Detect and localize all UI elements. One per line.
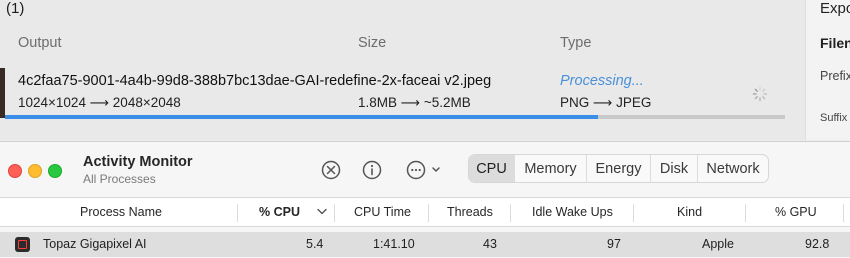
column-header-type: Type (560, 35, 592, 51)
column-divider[interactable] (633, 204, 634, 222)
idle-wake-ups-value: 97 (607, 237, 621, 251)
column-header-output: Output (18, 35, 62, 51)
tab-disk[interactable]: Disk (651, 155, 698, 182)
column-header-size: Size (358, 35, 387, 51)
stop-process-icon[interactable] (320, 159, 342, 181)
gpu-percent-value: 92.8 (805, 237, 830, 251)
tab-memory[interactable]: Memory (515, 155, 587, 182)
column-header-kind[interactable]: Kind (677, 205, 702, 219)
filename-section-label: Filen (820, 35, 850, 51)
column-divider[interactable] (843, 204, 844, 222)
window-subtitle: All Processes (83, 172, 156, 186)
process-table-header: Process Name % CPU CPU Time Threads Idle… (0, 197, 850, 227)
column-divider[interactable] (428, 204, 429, 222)
prefix-label: Prefix (820, 69, 850, 83)
export-queue-panel: (1) Output Size Type 4c2faa75-9001-4a4b-… (0, 0, 850, 140)
column-divider[interactable] (334, 204, 335, 222)
sort-descending-icon[interactable] (317, 208, 327, 215)
output-type-change: PNG ⟶ JPEG (560, 95, 652, 110)
view-tabs: CPU Memory Energy Disk Network (468, 154, 769, 183)
column-divider[interactable] (237, 204, 238, 222)
window-zoom-button[interactable] (48, 164, 62, 178)
output-filename: 4c2faa75-9001-4a4b-99d8-388b7bc13dae-GAI… (18, 73, 492, 89)
queue-count: (1) (6, 0, 25, 17)
column-header-gpu-percent[interactable]: % GPU (775, 205, 817, 219)
column-header-cpu-percent[interactable]: % CPU (259, 205, 300, 219)
more-actions-icon[interactable] (405, 159, 445, 181)
output-dimensions: 1024×1024 ⟶ 2048×2048 (18, 95, 181, 110)
suffix-label: Suffix (820, 112, 848, 124)
kind-value: Apple (702, 237, 734, 251)
threads-value: 43 (483, 237, 497, 251)
tab-cpu[interactable]: CPU (469, 155, 515, 182)
column-divider[interactable] (510, 204, 511, 222)
output-size-change: 1.8MB ⟶ ~5.2MB (358, 95, 471, 110)
export-settings-panel: Expo Filen Prefix Suffix (805, 0, 850, 140)
loading-spinner-icon (752, 86, 768, 102)
cpu-time-value: 1:41.10 (373, 237, 415, 251)
tab-energy[interactable]: Energy (587, 155, 651, 182)
column-header-process-name[interactable]: Process Name (80, 205, 162, 219)
table-row[interactable]: Topaz Gigapixel AI 5.4 1:41.10 43 97 App… (0, 232, 850, 257)
image-thumbnail[interactable] (0, 68, 5, 118)
process-name: Topaz Gigapixel AI (43, 237, 147, 251)
column-divider[interactable] (745, 204, 746, 222)
window-toolbar: Activity Monitor All Processes CPU Memor… (0, 142, 850, 197)
cpu-percent-value: 5.4 (306, 237, 324, 251)
topaz-app-icon (15, 237, 30, 252)
processing-status: Processing... (560, 73, 644, 89)
window-close-button[interactable] (8, 164, 22, 178)
window-minimize-button[interactable] (28, 164, 42, 178)
column-header-threads[interactable]: Threads (447, 205, 493, 219)
tab-network[interactable]: Network (698, 155, 768, 182)
export-progress-fill (5, 115, 598, 119)
column-header-cpu-time[interactable]: CPU Time (354, 205, 411, 219)
column-header-idle-wake-ups[interactable]: Idle Wake Ups (532, 205, 613, 219)
activity-monitor-window: Activity Monitor All Processes CPU Memor… (0, 141, 850, 258)
info-icon[interactable] (361, 159, 383, 181)
window-title: Activity Monitor (83, 154, 193, 170)
export-progress-bar (5, 115, 785, 119)
export-panel-title: Expo (820, 0, 850, 17)
